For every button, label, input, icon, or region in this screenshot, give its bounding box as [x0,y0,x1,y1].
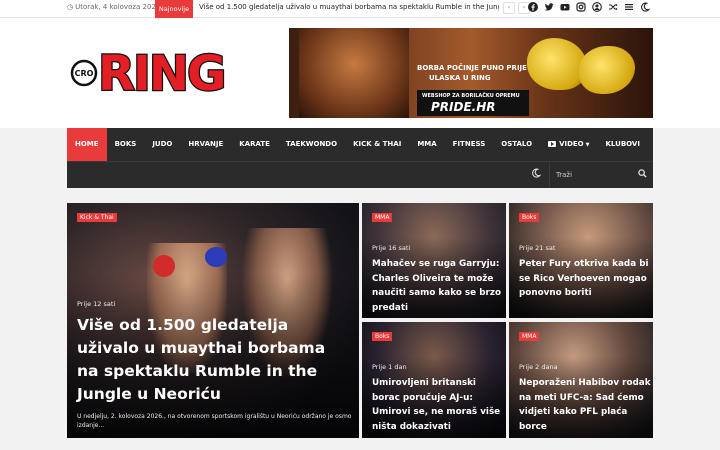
moon-icon [532,168,542,178]
dark-mode-toggle[interactable] [531,168,542,181]
current-date: ◷ Utorak, 4 kolovoza 2026 [67,3,160,11]
ad-banner[interactable]: BORBA POČINJE PUNO PRIJE ULASKA U RING W… [289,28,653,118]
search-icon[interactable] [638,169,647,181]
chevron-down-icon: ▼ [585,142,590,148]
article-time: Prije 16 sati [372,244,411,252]
nav-item-video[interactable]: VIDEO ▼ [540,128,597,161]
nav-item-klubovi[interactable]: KLUBOVI [598,128,648,161]
category-badge[interactable]: MMA [519,332,540,341]
article-card[interactable]: Boks Prije 1 dan Umirovljeni britanski b… [362,322,506,438]
ticker-label: Najnovije [155,0,193,18]
menu-icon[interactable] [624,2,634,12]
article-excerpt: U nedjelju, 2. kolovoza 2026., na otvore… [77,413,352,429]
article-card[interactable]: MMA Prije 16 sati Mahačev se ruga Garryj… [362,203,506,318]
instagram-icon[interactable] [576,2,586,12]
category-badge[interactable]: MMA [372,213,393,222]
shuffle-icon[interactable] [608,2,618,12]
nav-video-label: VIDEO [559,140,584,148]
site-logo[interactable]: CRO RING [70,38,250,103]
nav-item-boks[interactable]: BOKS [107,128,145,161]
article-title[interactable]: Više od 1.500 gledatelja uživalo u muayt… [77,314,352,406]
boxer-image [299,28,409,118]
top-bar: ◷ Utorak, 4 kolovoza 2026 Najnovije Više … [0,0,720,18]
banner-brand: PRIDE.HR [431,100,496,114]
category-badge[interactable]: Boks [519,213,540,222]
user-icon[interactable] [592,2,602,12]
facebook-icon[interactable] [528,2,538,12]
category-badge[interactable]: Kick & Thai [77,213,117,222]
nav-item-mma[interactable]: MMA [409,128,444,161]
article-time: Prije 21 sat [519,244,556,252]
nav-item-hrvanje[interactable]: HRVANJE [180,128,231,161]
boxing-glove-image [527,38,587,90]
nav-item-ostalo[interactable]: OSTALO [493,128,540,161]
nav-item-home[interactable]: HOME [67,128,107,161]
nav-item-karate[interactable]: KARATE [231,128,278,161]
date-text: Utorak, 4 kolovoza 2026 [75,3,161,11]
article-card[interactable]: Boks Prije 21 sat Peter Fury otkriva kad… [509,203,653,318]
banner-shop-text: WEBSHOP ZA BORILAČKU OPREMU [422,93,520,99]
social-icons [528,2,651,12]
ticker-headline[interactable]: Više od 1.500 gledatelja uživalo u muayt… [199,3,499,11]
search-input[interactable] [556,168,636,182]
clock-icon: ◷ [67,3,74,11]
nav-item-fitness[interactable]: FITNESS [445,128,494,161]
twitter-icon[interactable] [544,2,554,12]
article-time: Prije 2 dana [519,363,558,371]
article-title[interactable]: Neporaženi Habibov rodak na meti UFC-a: … [519,376,651,434]
nav-item-taekwondo[interactable]: TAEKWONDO [278,128,345,161]
article-title[interactable]: Umirovljeni britanski borac poručuje AJ-… [372,376,504,434]
featured-article[interactable]: Kick & Thai Prije 12 sati Više od 1.500 … [67,203,359,438]
banner-shop-box: WEBSHOP ZA BORILAČKU OPREMU PRIDE.HR [417,90,529,116]
logo-ring: RING [98,46,224,102]
youtube-icon[interactable] [560,2,570,12]
ticker-prev-button[interactable]: ‹ [503,2,515,14]
banner-subheadline: ULASKA U RING [429,74,491,82]
article-title[interactable]: Peter Fury otkriva kada bi se Rico Verho… [519,257,651,301]
youtube-icon [548,141,557,147]
moon-icon[interactable] [640,2,651,12]
article-time: Prije 1 dan [372,363,407,371]
article-title[interactable]: Mahačev se ruga Garryju: Charles Oliveir… [372,257,504,315]
article-card[interactable]: MMA Prije 2 dana Neporaženi Habibov roda… [509,322,653,438]
article-time: Prije 12 sati [77,300,116,308]
search-box [549,162,653,188]
nav-item-judo[interactable]: JUDO [144,128,180,161]
boxing-glove-image [579,46,635,94]
nav-item-kick-thai[interactable]: KICK & THAI [345,128,409,161]
logo-cro: CRO [75,69,94,78]
banner-headline: BORBA POČINJE PUNO PRIJE [417,64,527,72]
category-badge[interactable]: Boks [372,332,393,341]
main-nav: HOME BOKS JUDO HRVANJE KARATE TAEKWONDO … [67,128,653,188]
